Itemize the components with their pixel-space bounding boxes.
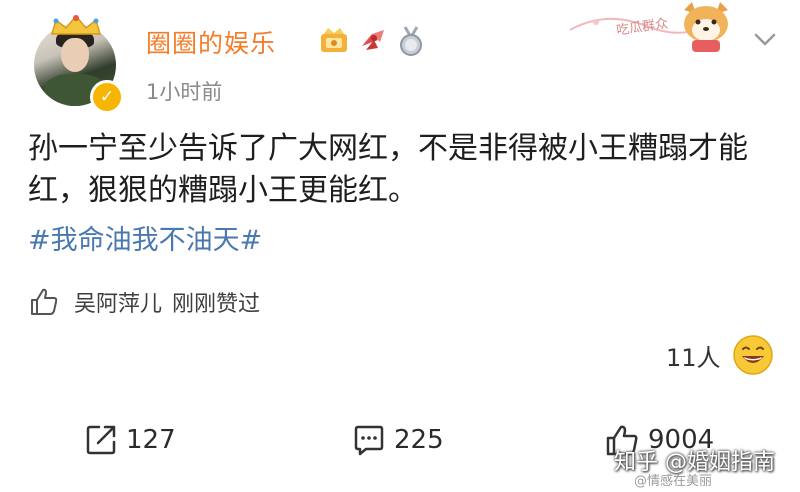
liked-by-row: 吴阿萍儿 刚刚赞过 xyxy=(28,282,260,322)
liked-by-name[interactable]: 吴阿萍儿 xyxy=(74,286,162,318)
repost-count: 127 xyxy=(126,425,176,455)
medal-badge-icon[interactable] xyxy=(396,25,426,57)
weibo-watermark: @情感在美丽 xyxy=(634,474,713,489)
weibo-post-card: ✓ 圈圈的娱乐 1小时前 吃瓜群众 孙一宁至少告诉了广大网红，不是非得被小王糟蹋… xyxy=(0,0,800,492)
comment-icon xyxy=(354,425,384,456)
comment-button[interactable]: 225 xyxy=(352,418,444,462)
post-hashtag[interactable]: #我命油我不油天# xyxy=(28,218,262,257)
verified-badge: ✓ xyxy=(90,80,124,114)
comment-count: 225 xyxy=(394,425,444,455)
ribbon-badge-icon[interactable] xyxy=(358,26,388,56)
reaction-count[interactable]: 11人 xyxy=(666,338,721,373)
user-badges xyxy=(318,24,426,58)
post-content: 孙一宁至少告诉了广大网红，不是非得被小王糟蹋才能红，狠狠的糟蹋小王更能红。 xyxy=(28,131,748,208)
username[interactable]: 圈圈的娱乐 xyxy=(146,24,276,60)
chevron-down-icon[interactable] xyxy=(750,24,780,54)
avatar-face xyxy=(61,38,89,72)
vip-badge-icon[interactable] xyxy=(318,26,350,56)
avatar-container[interactable]: ✓ xyxy=(28,14,124,114)
post-timestamp: 1小时前 xyxy=(146,80,223,104)
card-decoration: 吃瓜群众 xyxy=(566,0,746,56)
grinning-face-icon[interactable] xyxy=(732,334,774,376)
repost-icon xyxy=(86,425,116,455)
liked-by-note: 刚刚赞过 xyxy=(172,292,261,317)
repost-button[interactable]: 127 xyxy=(84,418,176,462)
thumbs-up-icon xyxy=(31,288,58,315)
shiba-dog-icon xyxy=(684,2,728,52)
crown-icon xyxy=(51,14,101,35)
